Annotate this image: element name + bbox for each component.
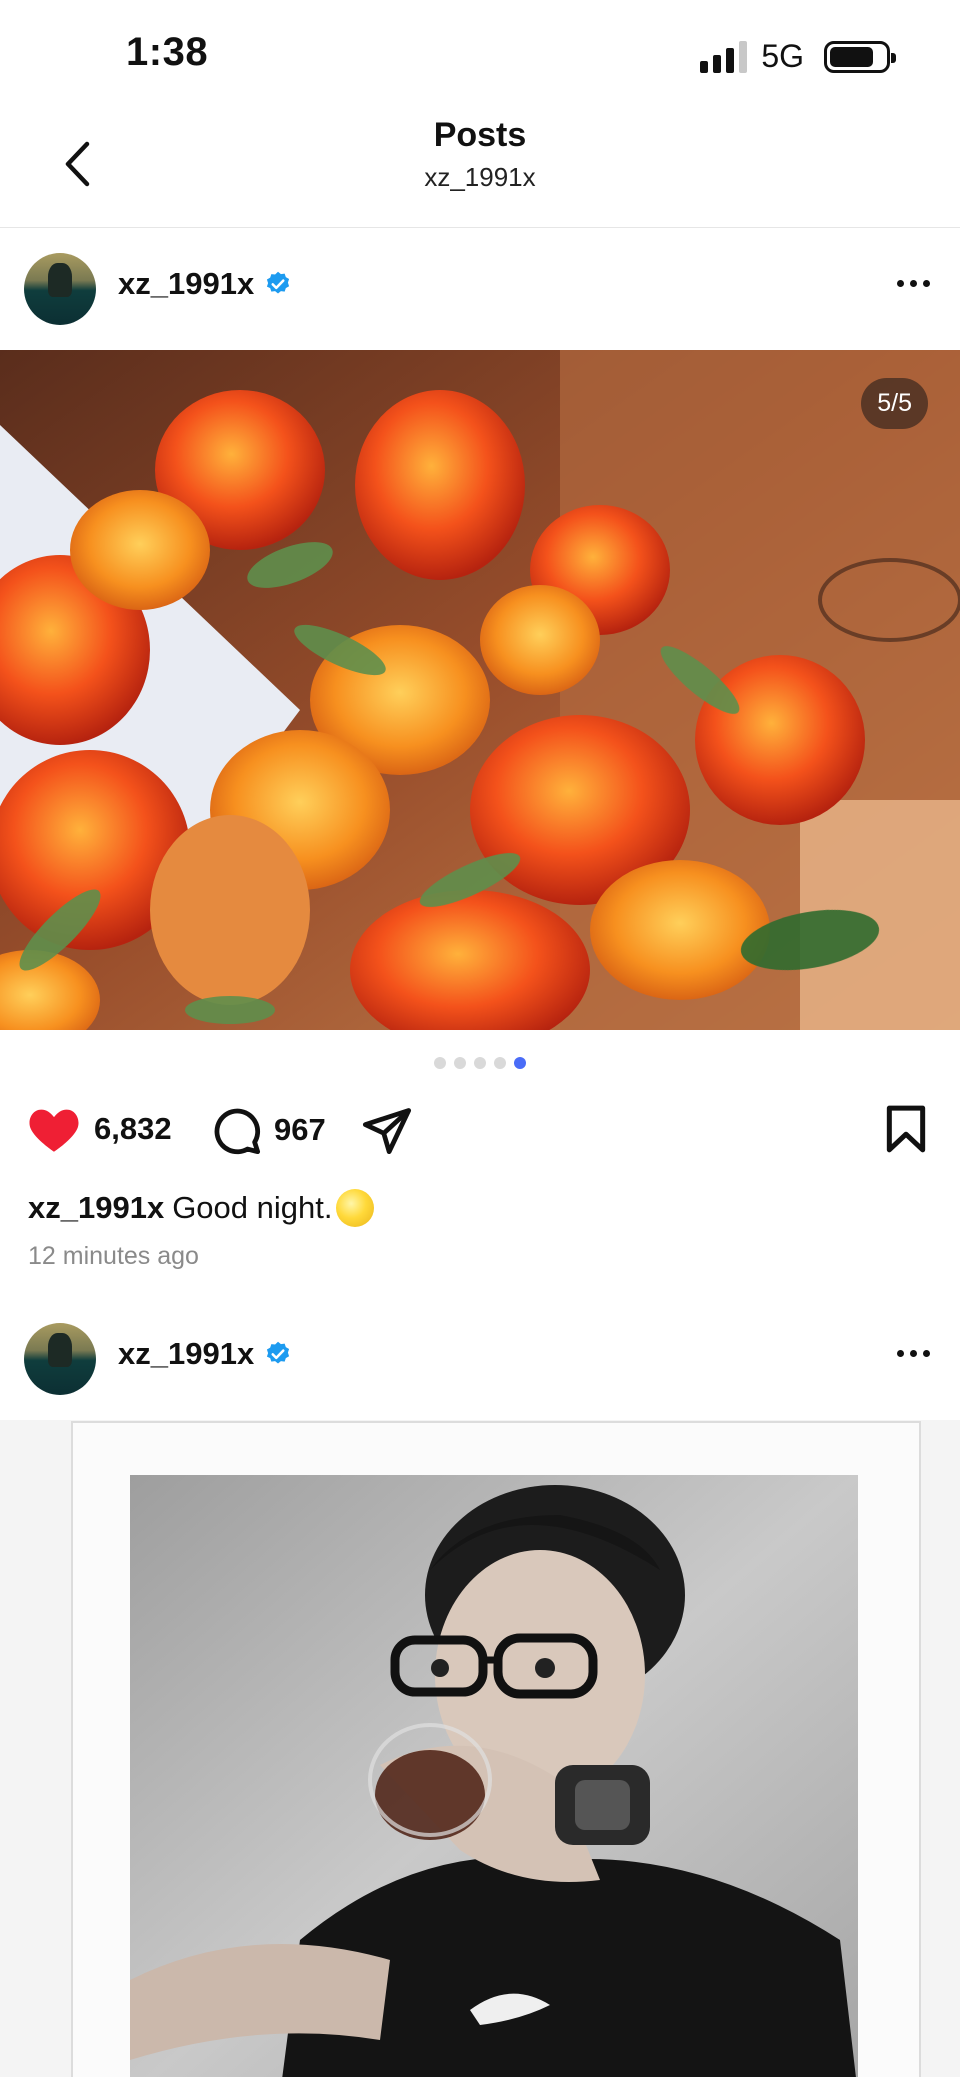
comment-button[interactable]: 967	[210, 1104, 326, 1156]
signal-icon	[700, 40, 748, 73]
network-label: 5G	[761, 38, 804, 74]
post-image[interactable]: 5/5	[0, 350, 960, 1030]
post: xz_1991x	[0, 228, 960, 1271]
polaroid-portrait-image	[0, 1420, 960, 2077]
username-row: xz_1991x	[118, 1336, 292, 1372]
verified-badge-icon	[267, 271, 290, 294]
comment-count: 967	[274, 1112, 326, 1147]
carousel-dot	[494, 1057, 506, 1069]
carousel-dot-active	[514, 1057, 526, 1069]
bookmark-icon	[886, 1105, 926, 1153]
comment-icon	[214, 1108, 261, 1155]
carousel-dot	[454, 1057, 466, 1069]
save-button[interactable]	[884, 1104, 928, 1154]
send-icon	[362, 1108, 412, 1155]
page-title: Posts	[433, 116, 527, 154]
more-options-button[interactable]	[897, 1342, 930, 1365]
more-options-button[interactable]	[897, 272, 930, 295]
username-row: xz_1991x	[118, 266, 292, 302]
like-count: 6,832	[94, 1111, 172, 1146]
image-counter-badge: 5/5	[861, 378, 928, 429]
status-time: 1:38	[126, 30, 209, 74]
status-bar: 1:38 5G	[0, 0, 960, 110]
status-indicators: 5G	[700, 38, 896, 75]
post-timestamp: 12 minutes ago	[28, 1242, 199, 1270]
like-button[interactable]: 6,832	[26, 1104, 172, 1154]
post-caption: xz_1991x Good night.	[0, 1170, 960, 1228]
avatar[interactable]	[24, 1323, 96, 1395]
carousel-indicator	[0, 1030, 960, 1096]
post-image[interactable]	[0, 1420, 960, 2077]
post-username[interactable]: xz_1991x	[118, 266, 254, 302]
heart-icon	[29, 1109, 79, 1152]
post-header: xz_1991x	[0, 228, 960, 350]
caption-text: Good night.	[172, 1190, 333, 1225]
share-button[interactable]	[360, 1104, 414, 1156]
avatar[interactable]	[24, 253, 96, 325]
post-header: xz_1991x	[0, 1298, 960, 1420]
page-subtitle: xz_1991x	[424, 162, 536, 192]
post-actions: 6,832 967	[0, 1096, 960, 1170]
nav-header: Posts xz_1991x	[0, 110, 960, 228]
moon-emoji-icon	[336, 1189, 375, 1227]
caption-username[interactable]: xz_1991x	[28, 1188, 164, 1228]
verified-badge-icon	[267, 1341, 290, 1364]
carousel-dot	[474, 1057, 486, 1069]
post-username[interactable]: xz_1991x	[118, 1336, 254, 1372]
tulip-bouquet-image	[0, 350, 960, 1030]
carousel-dot	[434, 1057, 446, 1069]
post: xz_1991x	[0, 1298, 960, 2077]
battery-icon	[824, 40, 896, 73]
